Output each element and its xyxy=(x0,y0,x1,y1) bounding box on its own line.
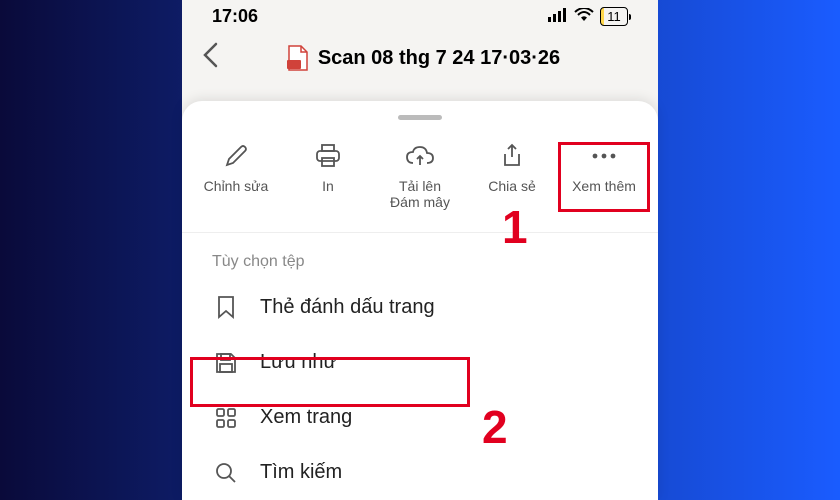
status-bar: 17:06 11 xyxy=(182,0,658,33)
search-label: Tìm kiếm xyxy=(260,461,342,484)
share-action[interactable]: Chia sẻ xyxy=(466,138,558,214)
sheet-handle[interactable] xyxy=(398,115,442,120)
document-title: Scan 08 thg 7 24 17·03·26 xyxy=(318,47,560,70)
bookmark-icon xyxy=(212,295,240,319)
upload-action[interactable]: Tải lên Đám mây xyxy=(374,138,466,214)
edit-action[interactable]: Chỉnh sửa xyxy=(190,138,282,214)
printer-icon xyxy=(315,142,341,170)
bookmark-label: Thẻ đánh dấu trang xyxy=(260,296,435,319)
view-page-item[interactable]: Xem trang xyxy=(182,390,658,445)
share-icon xyxy=(501,142,523,170)
bookmark-item[interactable]: Thẻ đánh dấu trang xyxy=(182,279,658,335)
save-icon xyxy=(212,352,240,374)
more-action[interactable]: Xem thêm xyxy=(558,138,650,214)
cloud-upload-icon xyxy=(405,142,435,170)
file-options-header: Tùy chọn tệp xyxy=(182,233,658,279)
print-label: In xyxy=(322,178,334,194)
more-label: Xem thêm xyxy=(572,178,636,194)
bottom-sheet: Chỉnh sửa In Tải lên Đám mây Chia sẻ xyxy=(182,101,658,500)
status-time: 17:06 xyxy=(212,6,258,27)
action-row: Chỉnh sửa In Tải lên Đám mây Chia sẻ xyxy=(182,138,658,233)
pdf-icon xyxy=(286,45,308,71)
edit-label: Chỉnh sửa xyxy=(204,178,269,194)
pencil-icon xyxy=(224,142,248,170)
more-icon xyxy=(591,142,617,170)
search-icon xyxy=(212,462,240,484)
upload-label: Tải lên Đám mây xyxy=(390,178,450,210)
view-page-label: Xem trang xyxy=(260,406,352,429)
battery-indicator: 11 xyxy=(600,7,628,26)
signal-icon xyxy=(548,6,568,27)
print-action[interactable]: In xyxy=(282,138,374,214)
document-title-wrap: Scan 08 thg 7 24 17·03·26 xyxy=(236,45,610,71)
save-as-label: Lưu như xyxy=(260,351,337,374)
status-indicators: 11 xyxy=(548,6,628,27)
phone-screen: 17:06 11 Scan 08 thg 7 24 17·03·26 xyxy=(182,0,658,500)
share-label: Chia sẻ xyxy=(488,178,535,194)
search-item[interactable]: Tìm kiếm xyxy=(182,445,658,500)
grid-icon xyxy=(212,407,240,429)
nav-bar: Scan 08 thg 7 24 17·03·26 xyxy=(182,33,658,83)
save-as-item[interactable]: Lưu như xyxy=(182,335,658,390)
back-button[interactable] xyxy=(202,42,218,75)
wifi-icon xyxy=(574,6,594,27)
